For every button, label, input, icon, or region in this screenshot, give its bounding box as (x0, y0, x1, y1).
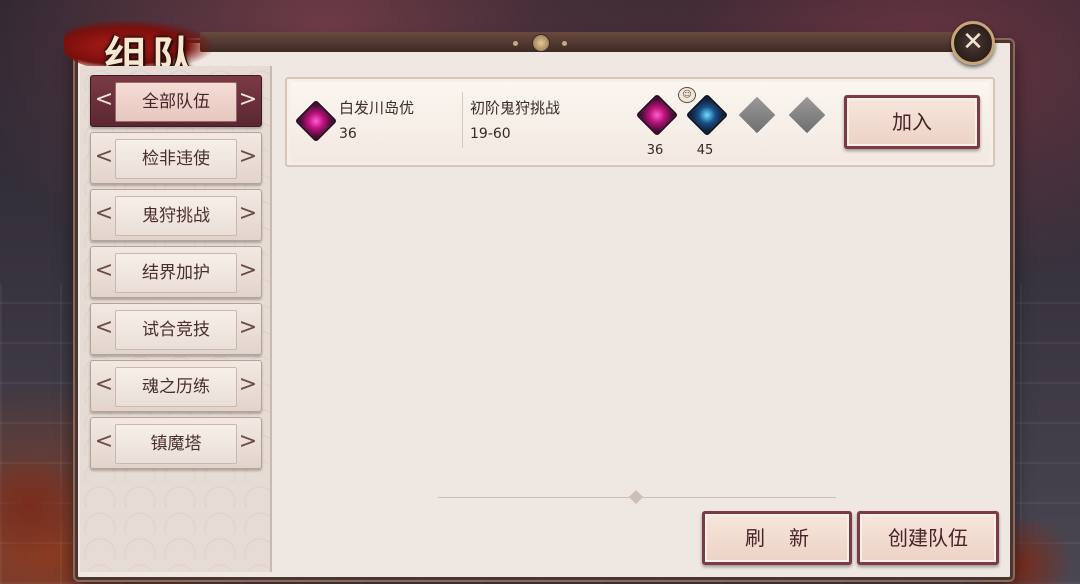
chevron-right-icon: > (238, 201, 258, 226)
sidebar-item-kebiishi[interactable]: < 检非违使 > (90, 132, 262, 184)
sidebar-item-label: 检非违使 (115, 139, 237, 179)
sidebar-item-barrier[interactable]: < 结界加护 > (90, 246, 262, 298)
sidebar-item-label: 全部队伍 (115, 82, 237, 122)
leader-level: 36 (339, 126, 357, 142)
sidebar-item-ghost-hunt[interactable]: < 鬼狩挑战 > (90, 189, 262, 241)
level-range: 19-60 (470, 126, 511, 142)
chevron-left-icon: < (94, 144, 114, 169)
chevron-left-icon: < (94, 315, 114, 340)
chevron-right-icon: > (238, 144, 258, 169)
refresh-button[interactable]: 刷新 (702, 511, 852, 565)
sidebar-item-demon-tower[interactable]: < 镇魔塔 > (90, 417, 262, 469)
create-team-button[interactable]: 创建队伍 (857, 511, 999, 565)
member-level: 45 (696, 143, 714, 158)
sidebar-item-soul-trial[interactable]: < 魂之历练 > (90, 360, 262, 412)
sidebar-item-label: 魂之历练 (115, 367, 237, 407)
close-button[interactable]: ✕ (951, 21, 995, 65)
chevron-right-icon: > (238, 429, 258, 454)
chevron-left-icon: < (94, 201, 114, 226)
activity-name: 初阶鬼狩挑战 (470, 99, 561, 117)
chevron-right-icon: > (238, 372, 258, 397)
sidebar-item-label: 镇魔塔 (115, 424, 237, 464)
card-divider (462, 92, 463, 148)
chevron-left-icon: < (94, 258, 114, 283)
chevron-right-icon: > (238, 315, 258, 340)
ornament-dot (513, 41, 518, 46)
sidebar-item-sparring[interactable]: < 试合竞技 > (90, 303, 262, 355)
member-level: 36 (646, 143, 664, 158)
join-button[interactable]: 加入 (844, 95, 980, 149)
leader-crown-icon: ☺ (678, 87, 696, 103)
leader-name: 白发川岛优 (339, 99, 415, 117)
sidebar-item-label: 试合竞技 (115, 310, 237, 350)
ornament-icon (532, 34, 550, 52)
chevron-right-icon: > (238, 258, 258, 283)
sidebar-item-all-teams[interactable]: < 全部队伍 > (90, 75, 262, 127)
chevron-left-icon: < (94, 429, 114, 454)
chevron-left-icon: < (94, 87, 114, 112)
close-icon: ✕ (962, 27, 984, 57)
dialog-top-bar (200, 32, 960, 52)
chevron-left-icon: < (94, 372, 114, 397)
ornament-dot (562, 41, 567, 46)
sidebar-item-label: 结界加护 (115, 253, 237, 293)
chevron-right-icon: > (238, 87, 258, 112)
sidebar-item-label: 鬼狩挑战 (115, 196, 237, 236)
